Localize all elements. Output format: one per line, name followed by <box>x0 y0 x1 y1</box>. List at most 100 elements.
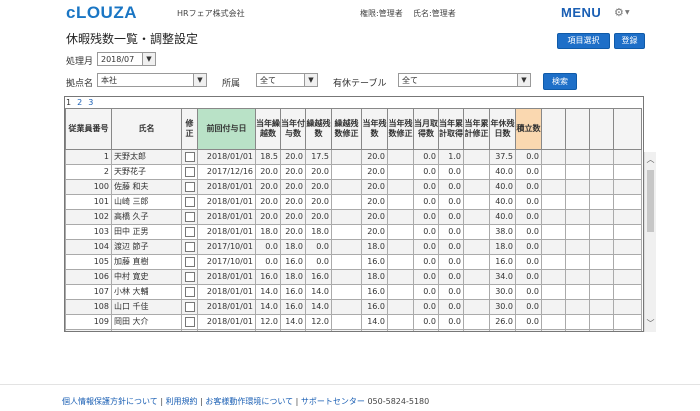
table-cell <box>331 209 362 225</box>
support-link[interactable]: サポートセンター <box>301 397 365 406</box>
edit-checkbox[interactable] <box>184 166 195 177</box>
table-cell <box>565 329 590 331</box>
table-cell: 0.0 <box>515 329 542 331</box>
menu-button[interactable]: MENU <box>561 5 601 20</box>
scroll-up-icon[interactable]: ︿ <box>645 154 656 165</box>
table-cell: 16.0 <box>305 269 332 285</box>
table-cell: 102 <box>65 209 112 225</box>
register-button[interactable]: 登録 <box>614 33 645 49</box>
page-link[interactable]: 3 <box>88 98 93 107</box>
edit-checkbox[interactable] <box>184 196 195 207</box>
table-cell <box>613 284 642 300</box>
table-cell: 0.0 <box>515 209 542 225</box>
table-cell <box>565 254 590 270</box>
dept-value: 全て <box>260 76 276 85</box>
table-cell: 18.5 <box>255 149 281 165</box>
table-cell <box>589 269 614 285</box>
dept-select[interactable]: 全て ▼ <box>256 73 318 87</box>
clouza-logo[interactable]: cLOUZA <box>66 3 137 23</box>
table-cell <box>589 299 614 315</box>
table-cell <box>331 194 362 210</box>
table-cell: 0.0 <box>438 314 464 330</box>
edit-checkbox[interactable] <box>184 256 195 267</box>
table-cell: 2018/01/01 <box>197 194 256 210</box>
edit-checkbox[interactable] <box>184 271 195 282</box>
footer-separator: | <box>295 397 299 406</box>
table-cell: 107 <box>65 284 112 300</box>
table-cell <box>613 194 642 210</box>
column-header: 氏名 <box>111 108 182 150</box>
table-cell: 0.0 <box>413 254 439 270</box>
employee-name-cell: 天野花子 <box>111 164 182 180</box>
table-cell: 14.0 <box>305 299 332 315</box>
table-cell <box>565 209 590 225</box>
table-cell: 16.0 <box>361 284 388 300</box>
table-row: 1 天野太郎 2018/01/01 18.5 20.0 17.5 20.0 0.0 1.0 37.… <box>65 149 642 165</box>
table-cell <box>541 209 566 225</box>
table-scrollbar[interactable]: ︿ ﹀ <box>644 152 656 332</box>
table-cell: 20.0 <box>361 224 388 240</box>
table-cell: 14.0 <box>361 314 388 330</box>
table-cell <box>613 269 642 285</box>
table-cell <box>387 224 414 240</box>
table-cell: 14.0 <box>361 329 388 331</box>
edit-checkbox[interactable] <box>184 151 195 162</box>
table-cell <box>463 239 490 255</box>
privacy-link[interactable]: 個人情報保護方針について <box>62 397 158 406</box>
edit-checkbox[interactable] <box>184 226 195 237</box>
table-row: 109 岡田 大介 2018/01/01 12.0 14.0 12.0 14.0 0.0 0.0… <box>65 314 642 330</box>
table-row: 107 小林 大輔 2018/01/01 14.0 16.0 14.0 16.0 0.0 0.0… <box>65 284 642 300</box>
column-header: 当年累計取得 <box>438 108 464 150</box>
table-cell <box>387 239 414 255</box>
search-button[interactable]: 検索 <box>543 73 577 90</box>
table-cell: 0.0 <box>515 299 542 315</box>
edit-checkbox[interactable] <box>184 241 195 252</box>
table-cell: 0.0 <box>413 194 439 210</box>
table-row: 100 佐藤 和夫 2018/01/01 20.0 20.0 20.0 20.0 0.0 0.0… <box>65 179 642 195</box>
column-header: 当年付与数 <box>280 108 306 150</box>
column-header: 繰越残数修正 <box>331 108 362 150</box>
terms-link[interactable]: 利用規約 <box>166 397 198 406</box>
edit-checkbox[interactable] <box>184 211 195 222</box>
table-cell <box>589 314 614 330</box>
table-cell: 20.0 <box>305 179 332 195</box>
table-row: 104 渡辺 節子 2017/10/01 0.0 18.0 0.0 18.0 0.0 0.0 18… <box>65 239 642 255</box>
table-cell <box>589 149 614 165</box>
table-cell: 37.5 <box>489 149 516 165</box>
table-cell: 12.0 <box>255 314 281 330</box>
column-header: 当年繰越数 <box>255 108 281 150</box>
app-header: cLOUZA HRフェア株式会社 権限:管理者 氏名:管理者 MENU ⚙ ▼ <box>0 0 700 24</box>
edit-cell <box>181 224 198 240</box>
table-cell: 18.0 <box>361 239 388 255</box>
employee-name-cell: 天野太郎 <box>111 149 182 165</box>
column-header <box>589 108 614 150</box>
edit-cell <box>181 239 198 255</box>
edit-checkbox[interactable] <box>184 316 195 327</box>
edit-checkbox[interactable] <box>184 286 195 297</box>
environment-link[interactable]: お客様動作環境について <box>205 397 293 406</box>
period-select[interactable]: 2018/07 ▼ <box>97 52 156 66</box>
location-value: 本社 <box>101 76 117 85</box>
table-cell: 14.0 <box>255 284 281 300</box>
table-cell <box>613 149 642 165</box>
table-cell: 0.0 <box>413 149 439 165</box>
settings-gear-icon[interactable]: ⚙ ▼ <box>614 6 630 19</box>
edit-checkbox[interactable] <box>184 301 195 312</box>
column-header: 年休残日数 <box>489 108 516 150</box>
table-cell <box>387 179 414 195</box>
edit-checkbox[interactable] <box>184 181 195 192</box>
table-cell: 110 <box>65 329 112 331</box>
location-select[interactable]: 本社 ▼ <box>97 73 207 87</box>
leave-table-select[interactable]: 全て ▼ <box>398 73 531 87</box>
table-cell: 104 <box>65 239 112 255</box>
scrollbar-thumb[interactable] <box>647 170 654 232</box>
page-link[interactable]: 2 <box>77 98 82 107</box>
scroll-down-icon[interactable]: ﹀ <box>645 318 656 329</box>
table-cell <box>613 179 642 195</box>
item-select-button[interactable]: 項目選択 <box>557 33 610 49</box>
table-cell: 0.0 <box>438 269 464 285</box>
column-header: 修正 <box>181 108 198 150</box>
table-cell <box>463 224 490 240</box>
edit-checkbox[interactable] <box>185 332 195 333</box>
table-cell <box>331 239 362 255</box>
